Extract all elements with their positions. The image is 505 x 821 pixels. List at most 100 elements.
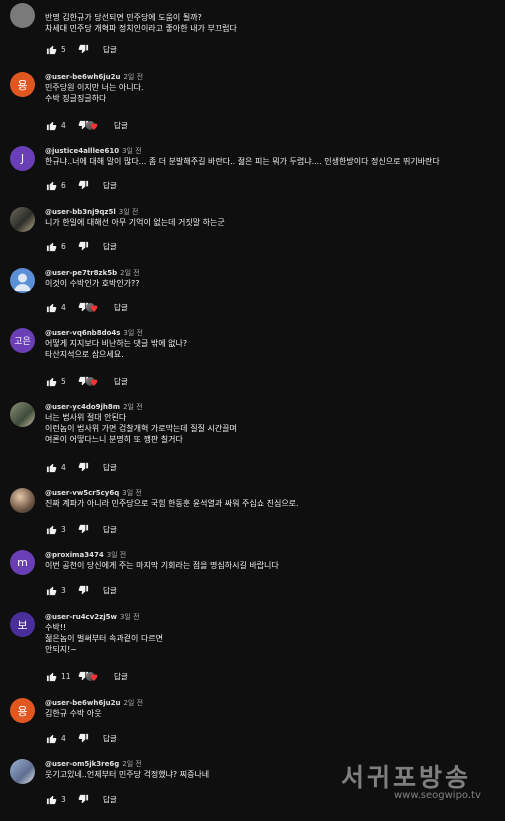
reply-button[interactable]: 답글 xyxy=(114,671,128,682)
comment-author[interactable]: @user-bb3nj9qz5l xyxy=(45,208,116,216)
reply-button[interactable]: 답글 xyxy=(103,733,117,744)
thumbs-up-icon[interactable] xyxy=(45,732,57,744)
comment-time[interactable]: 3일 전 xyxy=(122,489,142,497)
comment-body: @user-vq6nb8do4s 3일 전 어떻게 지지보다 비난하는 댓글 밖에… xyxy=(45,328,499,360)
reply-button[interactable]: 답글 xyxy=(114,376,128,387)
comment-author[interactable]: @user-be6wh6ju2u xyxy=(45,73,120,81)
thumbs-up-icon[interactable] xyxy=(45,43,57,55)
comment-actions: 3 답글 xyxy=(45,792,117,806)
comment-meta: @user-vw5cr5cy6q 3일 전 xyxy=(45,488,499,498)
thumbs-down-icon[interactable] xyxy=(77,584,89,596)
comment-author[interactable]: @user-om5jk3re6g xyxy=(45,760,119,768)
comment-meta: @user-yc4do9jh8m 2일 전 xyxy=(45,402,499,412)
thumbs-up-icon[interactable] xyxy=(45,523,57,535)
thumbs-down-icon[interactable] xyxy=(77,793,89,805)
comment-time[interactable]: 3일 전 xyxy=(122,147,142,155)
comment-actions: 4 ♥ 답글 xyxy=(45,118,128,133)
comment-time[interactable]: 2일 전 xyxy=(123,403,143,411)
thumbs-up-icon[interactable] xyxy=(45,240,57,252)
reply-button[interactable]: 답글 xyxy=(103,462,117,473)
thumbs-up-icon[interactable] xyxy=(45,793,57,805)
like-count: 5 xyxy=(61,44,66,54)
like-count: 5 xyxy=(61,376,66,386)
like-count: 4 xyxy=(61,120,66,130)
thumbs-up-icon[interactable] xyxy=(45,461,57,473)
comment-meta: @user-be6wh6ju2u 2일 전 xyxy=(45,72,499,82)
like-count: 11 xyxy=(61,671,71,681)
reply-button[interactable]: 답글 xyxy=(103,794,117,805)
comment-time[interactable]: 2일 전 xyxy=(123,699,143,707)
reply-button[interactable]: 답글 xyxy=(114,302,128,313)
like-count: 6 xyxy=(61,241,66,251)
comment-line: 젊은놈이 벌써부터 속과겉이 다르면 xyxy=(45,634,164,643)
comment-body: @user-ru4cv2zj5w 3일 전 수박!! 젊은놈이 벌써부터 속과겉이… xyxy=(45,612,499,655)
comment-meta: @user-be6wh6ju2u 2일 전 xyxy=(45,698,499,708)
comment-author[interactable]: @user-yc4do9jh8m xyxy=(45,403,120,411)
reply-button[interactable]: 답글 xyxy=(114,120,128,131)
comment-actions: 3 답글 xyxy=(45,522,117,536)
watermark-logo: 서귀포방송 xyxy=(341,763,472,792)
comment-author[interactable]: @user-ru4cv2zj5w xyxy=(45,613,117,621)
reply-button[interactable]: 답글 xyxy=(103,180,117,191)
thumbs-down-icon[interactable] xyxy=(77,179,89,191)
comment-body: @user-be6wh6ju2u 2일 전 민주당원 이지만 너는 아니다. 수박… xyxy=(45,72,499,104)
avatar[interactable]: J xyxy=(10,146,35,171)
comment-line: 김한규 수박 아웃 xyxy=(45,709,102,718)
comment-line: 너는 법사위 절대 안된다 xyxy=(45,413,127,422)
avatar[interactable] xyxy=(10,759,35,784)
thumbs-up-icon[interactable] xyxy=(45,179,57,191)
avatar[interactable] xyxy=(10,488,35,513)
avatar[interactable] xyxy=(10,268,35,293)
comment-author[interactable]: @proxima3474 xyxy=(45,551,104,559)
like-count: 6 xyxy=(61,180,66,190)
reply-button[interactable]: 답글 xyxy=(103,585,117,596)
thumbs-down-icon[interactable] xyxy=(77,732,89,744)
thumbs-down-icon[interactable] xyxy=(77,43,89,55)
watermark-url: www.seogwipo.tv xyxy=(394,790,481,801)
comment-author[interactable]: @user-be6wh6ju2u xyxy=(45,699,120,707)
comment-time[interactable]: 2일 전 xyxy=(122,760,142,768)
thumbs-up-icon[interactable] xyxy=(45,375,57,387)
creator-heart-icon: ♥ xyxy=(86,121,100,133)
thumbs-down-icon[interactable] xyxy=(77,240,89,252)
like-count: 4 xyxy=(61,733,66,743)
comment-line: 여론이 어떻다느니 분명히 또 깽판 칠거다 xyxy=(45,435,183,444)
comment-author[interactable]: @user-vq6nb8do4s xyxy=(45,329,120,337)
avatar[interactable]: 용 xyxy=(10,698,35,723)
like-count: 4 xyxy=(61,302,66,312)
reply-button[interactable]: 답글 xyxy=(103,524,117,535)
thumbs-up-icon[interactable] xyxy=(45,670,57,682)
thumbs-down-icon[interactable] xyxy=(77,461,89,473)
comment-time[interactable]: 2일 전 xyxy=(123,73,143,81)
avatar[interactable]: m xyxy=(10,550,35,575)
comment-time[interactable]: 3일 전 xyxy=(120,613,140,621)
creator-heart-icon: ♥ xyxy=(86,377,100,389)
comment-line: 타산지석으로 삼으세요. xyxy=(45,350,124,359)
avatar[interactable] xyxy=(10,3,35,28)
comment-line: 니가 한일에 대해선 아무 기억이 없는데 거짓말 하는군 xyxy=(45,218,225,227)
comment-author[interactable]: @user-vw5cr5cy6q xyxy=(45,489,119,497)
thumbs-up-icon[interactable] xyxy=(45,584,57,596)
reply-button[interactable]: 답글 xyxy=(103,44,117,55)
comment-time[interactable]: 2일 전 xyxy=(120,269,140,277)
comment-time[interactable]: 3일 전 xyxy=(107,551,127,559)
avatar[interactable]: 용 xyxy=(10,72,35,97)
thumbs-up-icon[interactable] xyxy=(45,119,57,131)
reply-button[interactable]: 답글 xyxy=(103,241,117,252)
thumbs-up-icon[interactable] xyxy=(45,301,57,313)
comment-time[interactable]: 3일 전 xyxy=(119,208,139,216)
comment-body: @user-bb3nj9qz5l 3일 전 니가 한일에 대해선 아무 기억이 없… xyxy=(45,207,499,228)
avatar[interactable] xyxy=(10,402,35,427)
comment-body: 반명 김한규가 당선되면 민주당에 도움이 될까? 차세대 민주당 개혁파 정치… xyxy=(45,12,499,34)
comment-line: 이번 공천이 당신에게 주는 마지막 기회라는 점을 명심하시길 바랍니다 xyxy=(45,561,279,570)
avatar[interactable]: 고은 xyxy=(10,328,35,353)
comment-line: 수박!! xyxy=(45,623,67,632)
thumbs-down-icon[interactable] xyxy=(77,523,89,535)
comment-author[interactable]: @user-pe7tr8zk5b xyxy=(45,269,117,277)
avatar[interactable] xyxy=(10,207,35,232)
comment-line: 차세대 민주당 개혁파 정치인이라고 좋아한 내가 부끄럽다 xyxy=(45,24,237,33)
avatar[interactable]: 보 xyxy=(10,612,35,637)
comment-meta: @user-vq6nb8do4s 3일 전 xyxy=(45,328,499,338)
comment-time[interactable]: 3일 전 xyxy=(123,329,143,337)
comment-author[interactable]: @justice4alllee610 xyxy=(45,147,119,155)
